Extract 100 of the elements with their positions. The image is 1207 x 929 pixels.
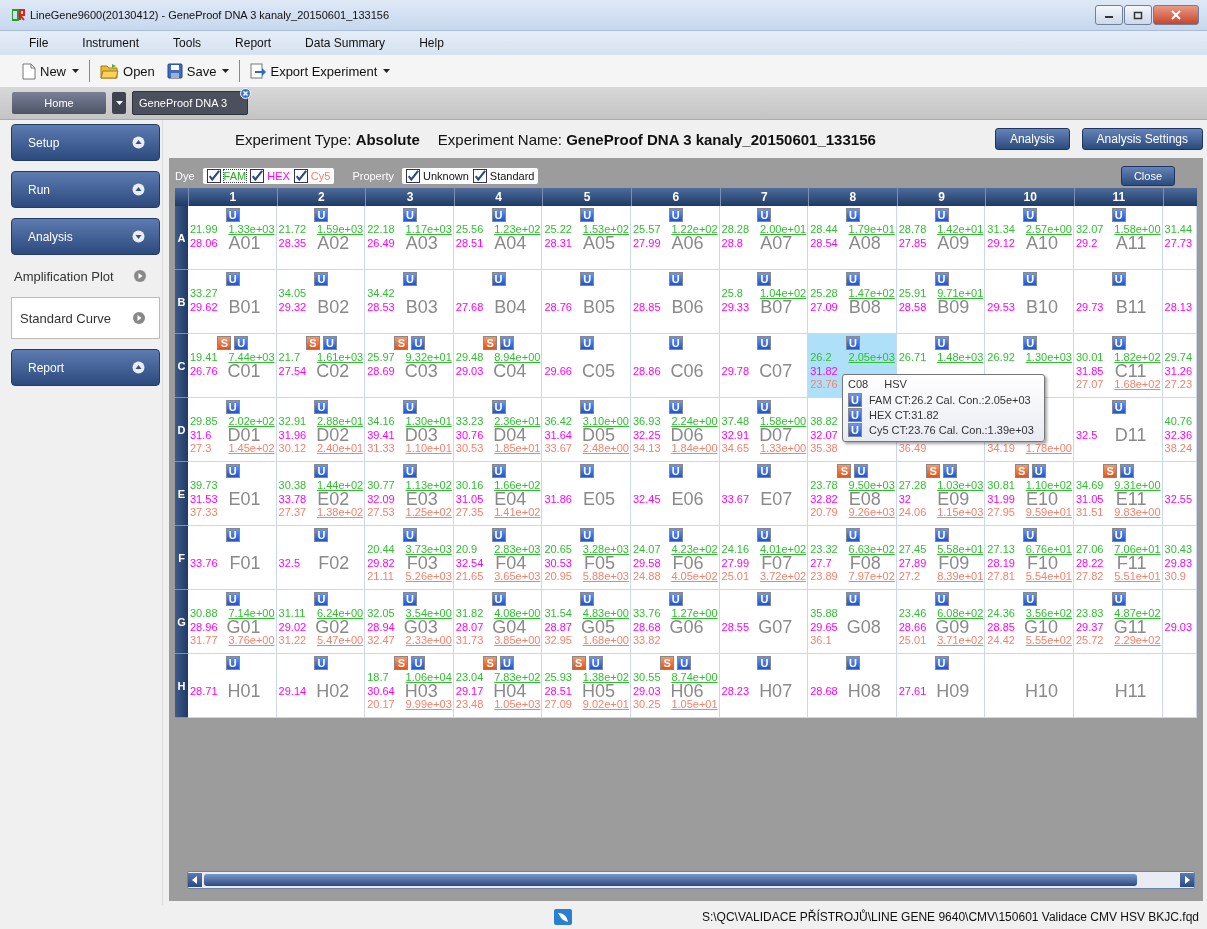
ct-value: 32.36 [1164, 428, 1193, 442]
unknown-badge: U [580, 400, 595, 414]
concentration-value: 6.08e+02 [937, 607, 984, 620]
concentration-value: 8.94e+00 [494, 351, 541, 364]
well-label: C03 [404, 364, 438, 378]
ct-value: 27.53 [367, 506, 395, 520]
concentration-value: 2.40e+01 [317, 442, 364, 456]
ct-value: 28.07 [455, 620, 484, 634]
ct-value: 27.95 [987, 506, 1015, 520]
ct-value: 20.9 [455, 543, 478, 557]
unknown-badge: U [314, 528, 329, 542]
property-label: Standard [489, 170, 535, 182]
concentration-value: 2.05e+03 [848, 351, 895, 365]
ct-value: 29.03 [455, 364, 484, 378]
ct-value: 28.87 [544, 620, 572, 634]
standard-badge: S [1103, 464, 1118, 478]
well-label: F04 [495, 556, 527, 570]
ct-value: 30.38 [278, 479, 307, 493]
ct-value: 31.82 [455, 607, 484, 621]
ct-value: 34.69 [1075, 479, 1104, 493]
ct-value: 37.48 [721, 415, 750, 429]
ct-value: 31.22 [278, 634, 307, 648]
concentration-value: 1.17e+03 [405, 223, 452, 236]
ct-value: 28.66 [898, 620, 927, 634]
ct-value: 33.76 [190, 556, 218, 570]
well-label: H04 [493, 684, 527, 698]
well-label: B10 [1025, 300, 1058, 314]
ct-value: 31.11 [278, 607, 306, 621]
ct-value: 34.16 [367, 415, 395, 429]
concentration-value: 1.66e+02 [494, 479, 541, 492]
unknown-badge: U [314, 464, 329, 478]
column-label: 4 [453, 188, 543, 206]
well-label: A03 [405, 236, 438, 250]
well-label: B06 [671, 300, 704, 314]
ct-value: 27.81 [987, 570, 1015, 584]
ct-value: 34.13 [632, 442, 661, 456]
ct-value: 27.45 [898, 543, 927, 557]
unknown-badge: U [314, 272, 329, 286]
ct-value: 32.09 [367, 492, 395, 506]
ct-value: 37.33 [190, 506, 218, 520]
concentration-value: 1.41e+02 [494, 506, 541, 520]
ct-value: 28.68 [632, 620, 661, 634]
well-label: D01 [227, 428, 261, 442]
ct-value: 26.71 [898, 351, 927, 365]
ct-value: 30.53 [455, 442, 484, 456]
ct-value: 23.04 [455, 671, 484, 685]
ct-value: 29.66 [544, 364, 572, 378]
concentration-value: 9.83e+00 [1114, 506, 1161, 520]
file-path: S:\QC\VALIDACE PŘÍSTROJŮ\LINE GENE 9640\CMV\150601 Validace CMV HSV BKJC.fqd [701, 910, 1199, 924]
ct-value: 27.61 [898, 684, 927, 698]
ct-value: 27.09 [544, 698, 572, 712]
concentration-value: 7.83e+02 [494, 671, 541, 684]
ct-value: 28.35 [278, 236, 307, 250]
unknown-badge: U [500, 656, 515, 670]
column-label: 5 [542, 188, 631, 206]
ct-value: 32.07 [810, 428, 838, 442]
well-label: G08 [846, 620, 881, 634]
concentration-value: 6.63e+02 [848, 543, 895, 556]
ct-value: 27.37 [278, 506, 307, 520]
well-label: D05 [581, 428, 615, 442]
ct-value: 29.03 [1164, 620, 1193, 634]
concentration-value: 4.05e+02 [671, 570, 718, 584]
concentration-value: 1.27e+00 [671, 607, 718, 620]
unknown-badge: U [225, 656, 240, 670]
ct-value: 27.89 [898, 556, 927, 570]
ct-value: 29.48 [455, 351, 484, 365]
ct-value: 31.96 [278, 428, 307, 442]
well-label: E05 [582, 492, 615, 506]
concentration-value: 5.47e+00 [317, 634, 364, 648]
well-label: E03 [405, 492, 438, 506]
concentration-value: 3.56e+02 [1025, 607, 1072, 620]
well-label: G10 [1023, 620, 1058, 634]
unknown-badge: U [668, 528, 683, 542]
ct-value: 29.78 [721, 364, 750, 378]
concentration-value: 9.99e+03 [405, 698, 452, 712]
standard-badge: S [394, 336, 409, 350]
well-label: G02 [315, 620, 350, 634]
ct-value: 32.91 [278, 415, 307, 429]
well-label: F11 [1116, 556, 1147, 570]
unknown-badge: U [677, 656, 692, 670]
concentration-value: 1.25e+02 [405, 506, 452, 520]
unknown-badge: U [403, 528, 417, 542]
ct-value: 27.82 [1075, 570, 1104, 584]
ct-value: 32.25 [632, 428, 661, 442]
ct-value: 38.82 [810, 415, 838, 429]
concentration-value: 9.59e+01 [1025, 506, 1072, 520]
concentration-value: 2.29e+02 [1114, 634, 1161, 648]
unknown-badge: U [845, 528, 860, 542]
concentration-value: 2.88e+01 [317, 415, 364, 428]
ct-value: 27.99 [632, 236, 661, 250]
ct-value: 31.86 [544, 492, 572, 506]
ct-value: 29.82 [367, 556, 395, 570]
ct-value: 29.65 [810, 620, 838, 634]
ct-value: 32.45 [632, 492, 661, 506]
ct-value: 28.78 [898, 223, 927, 237]
well-label: H07 [759, 684, 793, 698]
ct-value: 35.88 [810, 607, 838, 621]
dye-label: Cy5 [310, 170, 331, 182]
unknown-badge: U [1111, 208, 1126, 222]
concentration-value: 9.31e+00 [1114, 479, 1161, 492]
